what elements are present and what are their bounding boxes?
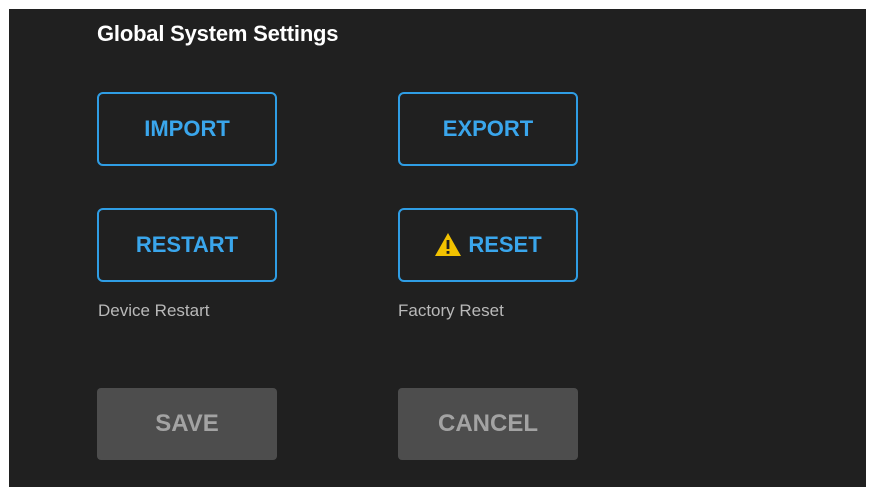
cancel-button-label: CANCEL bbox=[438, 410, 538, 437]
reset-button-label: RESET bbox=[468, 232, 542, 257]
save-button[interactable]: SAVE bbox=[97, 388, 277, 460]
page-title: Global System Settings bbox=[97, 21, 339, 46]
settings-panel: Global System Settings IMPORT EXPORT RES… bbox=[9, 9, 866, 487]
save-button-label: SAVE bbox=[155, 410, 219, 437]
import-button-label: IMPORT bbox=[144, 116, 230, 141]
restart-button[interactable]: RESTART bbox=[97, 208, 277, 282]
restart-caption: Device Restart bbox=[98, 301, 210, 320]
warning-icon bbox=[435, 232, 462, 256]
export-button-label: EXPORT bbox=[442, 116, 534, 141]
export-button[interactable]: EXPORT bbox=[398, 92, 578, 166]
reset-button[interactable]: RESET bbox=[398, 208, 578, 282]
reset-caption: Factory Reset bbox=[398, 301, 504, 320]
cancel-button[interactable]: CANCEL bbox=[398, 388, 578, 460]
restart-button-label: RESTART bbox=[135, 232, 239, 257]
import-button[interactable]: IMPORT bbox=[97, 92, 277, 166]
